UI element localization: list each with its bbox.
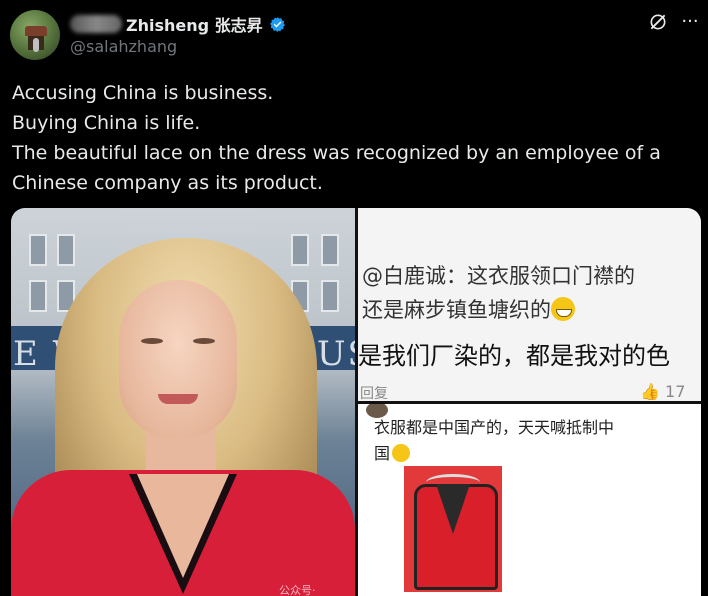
comment-line-text: 还是麻步镇鱼塘织的 — [362, 298, 551, 322]
backdrop-window — [291, 234, 309, 266]
comment-like-count: 👍 17 — [640, 382, 685, 401]
comment-line: 国 — [374, 440, 411, 464]
tweet-line: The beautiful lace on the dress was reco… — [12, 142, 661, 164]
hanger-icon — [426, 474, 480, 491]
backdrop-window — [321, 280, 339, 312]
laugh-cry-emoji-icon — [392, 444, 411, 462]
product-listing-image — [404, 466, 502, 592]
backdrop-window — [57, 234, 75, 266]
person-eye — [193, 338, 215, 344]
person-face — [119, 280, 237, 438]
comment-line-text: 国 — [374, 444, 391, 463]
person-eye — [141, 338, 163, 344]
author-avatar[interactable] — [10, 10, 60, 60]
dress-neckline-skin — [137, 474, 229, 578]
backdrop-window — [29, 280, 47, 312]
obscured-name-part — [70, 15, 122, 33]
tweet-body: Accusing China is business. Buying China… — [12, 78, 702, 198]
comment-line: @白鹿诚：这衣服领口门襟的 — [362, 264, 635, 288]
cardigan-v-neck — [436, 484, 470, 534]
like-count: 17 — [665, 382, 686, 401]
tweet-line: Chinese company as its product. — [12, 172, 323, 194]
comment-line: 还是麻步镇鱼塘织的 — [362, 294, 575, 324]
grok-icon[interactable] — [648, 12, 668, 32]
author-name-row[interactable]: Zhisheng 张志昇 — [70, 12, 286, 36]
thumbs-up-icon: 👍 — [640, 382, 660, 401]
comment-line: 衣服都是中国产的，天天喊抵制中 — [374, 418, 615, 437]
tweet-line: Accusing China is business. — [12, 82, 274, 104]
verified-badge-icon[interactable] — [269, 16, 286, 33]
more-icon[interactable]: ··· — [678, 12, 702, 32]
backdrop-window — [29, 234, 47, 266]
avatar-pavilion-roof — [25, 26, 47, 36]
avatar-person — [33, 38, 39, 52]
comment-reply-label: 回复 — [360, 386, 388, 401]
media-photo-press-briefing[interactable]: E W OUS W 公众号· — [11, 208, 355, 596]
photo-watermark: 公众号· — [279, 584, 316, 596]
person-mouth — [158, 394, 198, 404]
author-display-name[interactable]: Zhisheng 张志昇 — [126, 12, 263, 36]
comment-line-large: 是我们厂染的，都是我对的色 — [358, 342, 670, 370]
tweet-line: Buying China is life. — [12, 112, 201, 134]
backdrop-window — [321, 234, 339, 266]
grin-emoji-icon — [551, 297, 575, 321]
tweet-media-grid[interactable]: E W OUS W 公众号· @白鹿诚：这衣服领口门襟的 还是麻步镇鱼塘织的 是… — [11, 208, 701, 596]
media-screenshot-comment[interactable]: @白鹿诚：这衣服领口门襟的 还是麻步镇鱼塘织的 是我们厂染的，都是我对的色 回复… — [358, 208, 701, 401]
tweet-header: Zhisheng 张志昇 @salahzhang ··· — [0, 0, 708, 70]
author-handle[interactable]: @salahzhang — [70, 37, 177, 56]
media-screenshot-product[interactable]: 衣服都是中国产的，天天喊抵制中 国 — [358, 404, 701, 596]
